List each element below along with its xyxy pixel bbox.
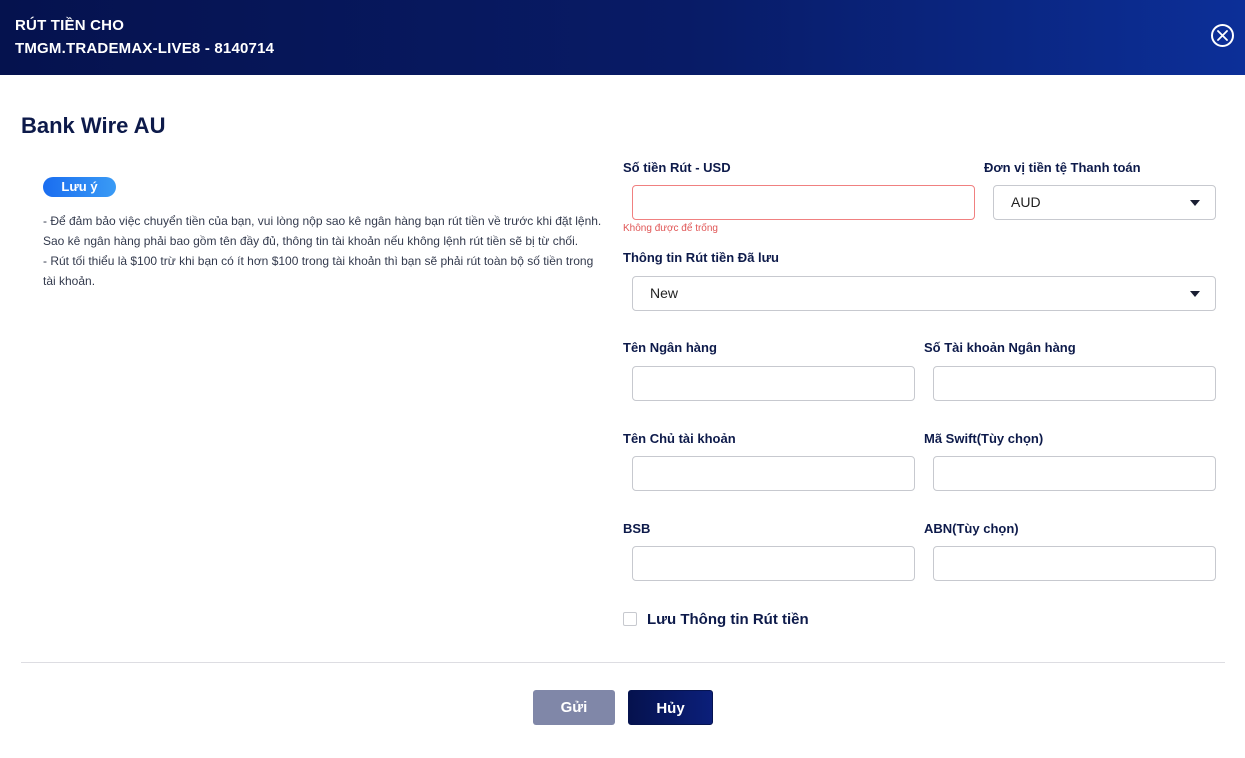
note-badge: Lưu ý <box>43 177 116 197</box>
saved-info-select[interactable]: New <box>632 276 1216 311</box>
bank-name-label: Tên Ngân hàng <box>623 340 717 355</box>
amount-error: Không được để trống <box>623 223 718 234</box>
bsb-label: BSB <box>623 521 651 536</box>
cancel-button[interactable]: Hủy <box>628 690 713 725</box>
holder-name-label: Tên Chủ tài khoản <box>623 431 736 446</box>
holder-name-input[interactable] <box>632 456 915 491</box>
modal-header: RÚT TIỀN CHO TMGM.TRADEMAX-LIVE8 - 81407… <box>0 0 1245 75</box>
footer-divider <box>21 662 1225 663</box>
close-icon[interactable] <box>1211 24 1234 47</box>
caret-down-icon <box>1190 291 1200 297</box>
payment-method-title: Bank Wire AU <box>21 113 166 138</box>
bank-account-label: Số Tài khoản Ngân hàng <box>924 340 1076 355</box>
bank-name-input[interactable] <box>632 366 915 401</box>
save-info-label[interactable]: Lưu Thông tin Rút tiền <box>647 611 809 628</box>
send-button[interactable]: Gửi <box>533 690 615 725</box>
currency-select[interactable]: AUD <box>993 185 1216 220</box>
swift-label: Mã Swift(Tùy chọn) <box>924 431 1044 446</box>
saved-info-value: New <box>650 285 679 301</box>
modal-title-line1: RÚT TIỀN CHO <box>15 17 125 34</box>
currency-label: Đơn vị tiền tệ Thanh toán <box>984 160 1141 175</box>
saved-info-label: Thông tin Rút tiền Đã lưu <box>623 250 779 265</box>
abn-label: ABN(Tùy chọn) <box>924 521 1019 536</box>
note-line-minimum: - Rút tối thiểu là $100 trừ khi bạn có í… <box>43 254 594 288</box>
modal-title-account: TMGM.TRADEMAX-LIVE8 - 8140714 <box>15 40 275 57</box>
save-info-checkbox[interactable] <box>623 612 637 626</box>
amount-label: Số tiền Rút - USD <box>623 160 731 175</box>
abn-input[interactable] <box>933 546 1216 581</box>
swift-input[interactable] <box>933 456 1216 491</box>
currency-value: AUD <box>1011 194 1041 210</box>
bank-account-input[interactable] <box>933 366 1216 401</box>
note-line-statement: - Để đảm bảo việc chuyển tiền của bạn, v… <box>43 214 602 248</box>
amount-input[interactable] <box>632 185 975 220</box>
caret-down-icon <box>1190 200 1200 206</box>
note-text: - Để đảm bảo việc chuyển tiền của bạn, v… <box>43 211 603 291</box>
bsb-input[interactable] <box>632 546 915 581</box>
